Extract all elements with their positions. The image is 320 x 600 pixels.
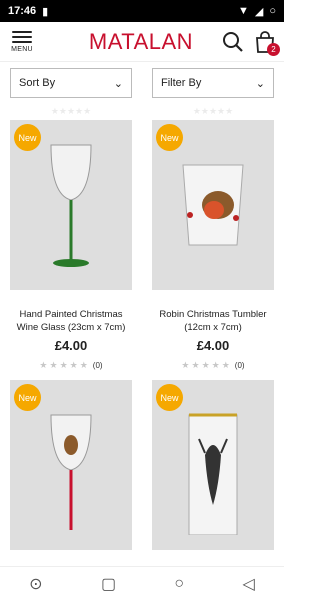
product-price: £4.00 [196, 338, 230, 353]
chevron-down-icon: ⌄ [113, 77, 123, 90]
brand-logo[interactable]: MATALAN [60, 29, 222, 55]
product-rating: ★ ★ ★ ★ ★ (0) [152, 360, 274, 371]
status-bar: 17:46 ▮ ▼ ◢ ○ [0, 0, 284, 22]
product-title[interactable]: Hand Painted Christmas Wine Glass (23cm … [10, 308, 132, 334]
stag-tumbler-icon [188, 413, 238, 535]
product-card[interactable]: New Robin Christmas Tumbler (12cm x 7cm)… [152, 120, 274, 370]
chevron-down-icon: ⌄ [255, 77, 265, 90]
product-image[interactable]: New [152, 380, 274, 550]
new-badge: New [14, 124, 41, 151]
star-icon: ★★★★★ [192, 105, 234, 116]
star-icon: ★ [201, 360, 210, 370]
product-image[interactable]: New [10, 380, 132, 550]
sort-label: Sort By [19, 77, 56, 89]
hamburger-icon [12, 30, 32, 43]
home-icon[interactable]: ○ [174, 575, 184, 593]
new-badge: New [156, 384, 183, 411]
star-icon: ★ [39, 360, 48, 370]
product-card[interactable]: New Hand Painted Christmas Wine Glass (2… [10, 120, 132, 370]
star-icon: ★ [191, 360, 200, 370]
menu-button[interactable]: MENU [2, 30, 42, 53]
reindeer-wine-glass-icon [50, 414, 92, 530]
status-time: 17:46 [8, 5, 37, 17]
previous-ratings-row: ★★★★★ ★★★★★ [0, 104, 284, 118]
filter-dropdown[interactable]: Filter By ⌄ [152, 68, 274, 98]
star-icon: ★★★★★ [50, 105, 92, 116]
star-icon: ★ [181, 360, 190, 370]
search-icon[interactable] [222, 31, 244, 53]
product-title[interactable]: Robin Christmas Tumbler (12cm x 7cm) [152, 308, 274, 334]
robin-tumbler-icon [182, 164, 244, 246]
new-badge: New [14, 384, 41, 411]
app-header: MENU MATALAN 2 [0, 22, 284, 62]
star-icon: ★ [221, 360, 230, 370]
signal-icon: ◢ [254, 5, 264, 18]
product-card[interactable]: New [152, 380, 274, 550]
battery-saver-icon: ▮ [42, 5, 49, 18]
star-icon: ★ [69, 360, 78, 370]
menu-label: MENU [11, 45, 33, 53]
product-image[interactable]: New [10, 120, 132, 290]
star-icon: ★ [211, 360, 220, 370]
filter-label: Filter By [161, 77, 202, 89]
star-icon: ★ [49, 360, 58, 370]
bag-button[interactable]: 2 [254, 30, 280, 56]
review-count: (0) [234, 361, 245, 370]
product-rating: ★ ★ ★ ★ ★ (0) [10, 360, 132, 371]
android-nav-bar: ⊙ ▢ ○ ◁ [0, 566, 284, 600]
wine-glass-icon [50, 144, 92, 267]
product-card[interactable]: New [10, 380, 132, 550]
product-price: £4.00 [54, 338, 88, 353]
bag-count-badge: 2 [267, 42, 280, 56]
wifi-icon: ▼ [237, 5, 249, 17]
filter-bar: Sort By ⌄ Filter By ⌄ [0, 64, 284, 104]
star-icon: ★ [59, 360, 68, 370]
review-count: (0) [92, 361, 103, 370]
product-grid: ★★★★★ ★★★★★ New Hand Painted Christmas W… [0, 104, 284, 550]
star-icon: ★ [79, 360, 88, 370]
back-icon[interactable]: ◁ [242, 574, 254, 594]
product-image[interactable]: New [152, 120, 274, 290]
accessibility-icon[interactable]: ⊙ [29, 574, 42, 594]
recents-icon[interactable]: ▢ [101, 574, 116, 594]
battery-icon: ○ [269, 5, 276, 17]
sort-dropdown[interactable]: Sort By ⌄ [10, 68, 132, 98]
new-badge: New [156, 124, 183, 151]
